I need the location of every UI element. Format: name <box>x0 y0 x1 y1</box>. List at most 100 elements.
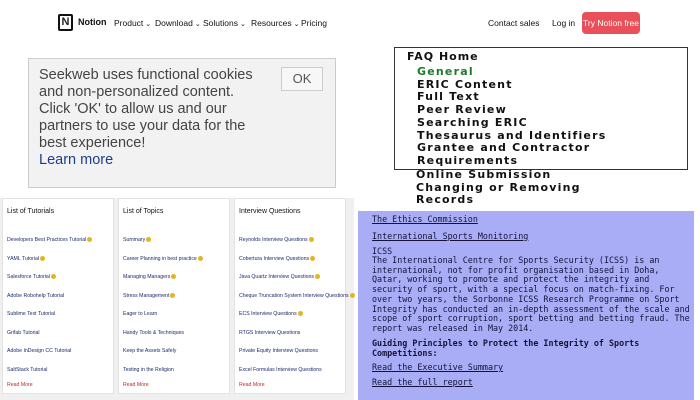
ethics-commission-link[interactable]: The Ethics Commission <box>372 214 478 224</box>
cookie-ok-button[interactable]: OK <box>281 67 323 91</box>
list-item[interactable]: ECS Interview Questions <box>239 311 355 330</box>
interview-list: Reynolds Interview Questions Cobertura I… <box>239 237 355 385</box>
list-item[interactable]: Cheque Truncation System Interview Quest… <box>239 293 355 312</box>
contact-sales-link[interactable]: Contact sales <box>488 18 540 28</box>
read-more-link[interactable]: Read More <box>7 382 33 388</box>
chevron-down-icon: ⌄ <box>194 21 201 28</box>
topics-list: Summary Career Planning in best practice… <box>123 237 203 385</box>
list-item[interactable]: RTGS Interview Questions <box>239 330 355 349</box>
list-item[interactable]: Private Equity Interview Questions <box>239 348 355 367</box>
list-item-label: ECS Interview Questions <box>239 311 297 317</box>
faq-item-requirements[interactable]: Requirements <box>417 154 606 168</box>
list-item[interactable]: Handy Tools & Techniques <box>123 330 203 349</box>
list-item-label: Reynolds Interview Questions <box>239 237 308 243</box>
guiding-principles-heading: Guiding Principles to Protect the Integr… <box>372 338 640 358</box>
list-item[interactable]: Eager to Learn <box>123 311 203 330</box>
column-title: List of Tutorials <box>7 208 55 215</box>
learn-more-link[interactable]: Learn more <box>39 152 259 169</box>
icss-paragraph: The International Centre for Sports Secu… <box>372 255 690 333</box>
list-item[interactable]: Summary <box>123 237 203 256</box>
executive-summary-link[interactable]: Read the Executive Summary <box>372 362 503 372</box>
nav-resources-label: Resources <box>251 18 292 28</box>
new-badge-icon <box>170 292 176 298</box>
new-badge-icon <box>314 274 320 280</box>
list-item-label: Developers Best Practices Tutorial <box>7 237 87 243</box>
notion-logo-icon[interactable]: N <box>58 14 73 31</box>
new-badge-icon <box>171 274 177 280</box>
list-item-label: Career Planning in best practice <box>123 255 197 262</box>
list-item[interactable]: Java Quartz Interview Questions <box>239 274 355 293</box>
list-item-label: Cheque Truncation System Interview Quest… <box>239 292 349 299</box>
new-badge-icon <box>197 255 203 261</box>
list-item-label: YAML Tutorial <box>7 255 39 262</box>
chevron-down-icon: ⌄ <box>145 21 152 28</box>
list-item-label: Managing Managers <box>123 274 171 280</box>
faq-item-searching-eric[interactable]: Searching ERIC <box>417 116 606 130</box>
list-item[interactable]: Reynolds Interview Questions <box>239 237 355 256</box>
faq-list: General ERIC Content Full Text Peer Revi… <box>417 65 606 168</box>
login-link[interactable]: Log in <box>552 18 575 28</box>
new-badge-icon <box>50 274 56 280</box>
new-badge-icon <box>308 237 314 243</box>
nav-product-label: Product <box>114 18 144 28</box>
chevron-down-icon: ⌄ <box>293 21 300 28</box>
icss-panel: The Ethics Commission International Spor… <box>358 211 694 400</box>
nav-solutions[interactable]: Solutions ⌄ <box>203 18 246 28</box>
full-report-link[interactable]: Read the full report <box>372 377 473 387</box>
nav-solutions-label: Solutions <box>203 18 238 28</box>
list-item[interactable]: Adobe Robohelp Tutorial <box>7 293 92 312</box>
chevron-down-icon: ⌄ <box>239 21 246 28</box>
faq-item-online-submission[interactable]: Online Submission <box>416 168 581 182</box>
brand-name[interactable]: Notion <box>78 17 107 27</box>
nav-product[interactable]: Product ⌄ <box>114 18 151 28</box>
nav-resources[interactable]: Resources ⌄ <box>251 18 300 28</box>
faq-title[interactable]: FAQ Home <box>407 50 479 63</box>
list-item-label: Cobertura Interview Questions <box>239 255 310 262</box>
list-item-label: Java Quartz Interview Questions <box>239 274 314 280</box>
nav-pricing[interactable]: Pricing <box>301 18 327 28</box>
list-item[interactable]: Stress Management <box>123 293 203 312</box>
new-badge-icon <box>310 255 316 261</box>
top-nav: N Notion Product ⌄ Download ⌄ Solutions ⌄ R… <box>0 0 700 46</box>
new-badge-icon <box>349 292 355 298</box>
list-item-label: Summary <box>123 237 146 243</box>
new-badge-icon <box>297 311 303 317</box>
faq-item-records[interactable]: Records <box>416 194 581 207</box>
list-item[interactable]: Grifab Tutorial <box>7 330 92 349</box>
lists-panel: List of Tutorials Developers Best Practi… <box>0 198 355 400</box>
list-item[interactable]: Career Planning in best practice <box>123 256 203 275</box>
sports-monitoring-link[interactable]: International Sports Monitoring <box>372 231 528 241</box>
list-item-label: Stress Management <box>123 292 170 299</box>
faq-menu: FAQ Home General ERIC Content Full Text … <box>394 47 688 170</box>
list-item[interactable]: Salesforce Tutorial <box>7 274 92 293</box>
faq-item-general[interactable]: General <box>417 65 606 79</box>
tutorials-column: List of Tutorials Developers Best Practi… <box>2 198 114 394</box>
read-more-link[interactable]: Read More <box>239 382 265 388</box>
nav-download-label: Download <box>155 18 193 28</box>
list-item[interactable]: Sublime Text Tutorial <box>7 311 92 330</box>
list-item[interactable]: Keep the Assets Safely <box>123 348 203 367</box>
faq-item-peer-review[interactable]: Peer Review <box>417 103 606 117</box>
list-item[interactable]: Cobertura Interview Questions <box>239 256 355 275</box>
list-item[interactable]: Developers Best Practices Tutorial <box>7 237 93 256</box>
tutorials-list: Developers Best Practices Tutorial YAML … <box>7 237 93 385</box>
cookie-banner: Seekweb uses functional cookies and non-… <box>28 58 336 188</box>
list-item[interactable]: Adobe InDesign CC Tutorial <box>7 348 92 367</box>
cookie-message: Seekweb uses functional cookies and non-… <box>39 67 259 169</box>
list-item[interactable]: YAML Tutorial <box>7 256 92 275</box>
cookie-text: Seekweb uses functional cookies and non-… <box>39 67 253 151</box>
column-title: List of Topics <box>123 208 164 215</box>
nav-pricing-label: Pricing <box>301 18 327 28</box>
faq-list-overflow: Online Submission Changing or Removing R… <box>416 168 581 207</box>
interview-column: Interview Questions Reynolds Interview Q… <box>234 198 355 394</box>
nav-download[interactable]: Download ⌄ <box>155 18 201 28</box>
read-more-link[interactable]: Read More <box>123 382 149 388</box>
try-notion-free-button[interactable]: Try Notion free <box>582 12 640 34</box>
new-badge-icon <box>87 237 93 243</box>
list-item[interactable]: Managing Managers <box>123 274 203 293</box>
topics-column: List of Topics Summary Career Planning i… <box>118 198 230 394</box>
new-badge-icon <box>146 237 152 243</box>
new-badge-icon <box>40 255 45 261</box>
list-item-label: Salesforce Tutorial <box>7 274 50 280</box>
column-title: Interview Questions <box>239 208 301 215</box>
